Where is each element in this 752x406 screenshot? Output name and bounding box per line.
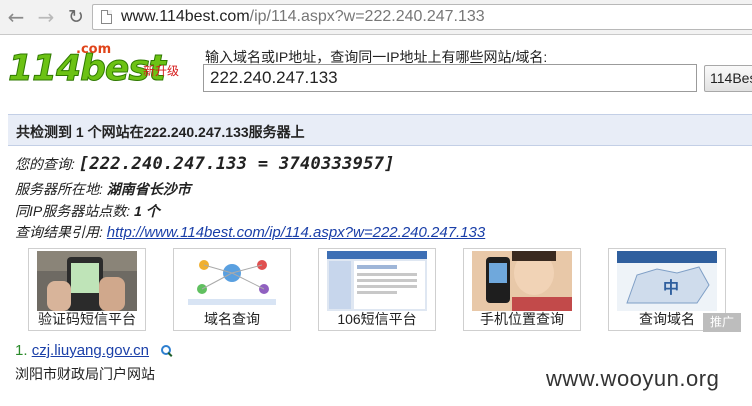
reload-icon[interactable]: ↻	[64, 5, 88, 29]
site-link[interactable]: czj.liuyang.gov.cn	[32, 342, 149, 359]
reference-label: 查询结果引用:	[15, 224, 107, 240]
ad-tile-domain-query[interactable]: 域名查询	[173, 248, 291, 331]
address-path: /ip/114.aspx?w=222.240.247.133	[249, 8, 485, 25]
page-icon	[101, 10, 112, 24]
query-value: [222.240.247.133 = 3740333957]	[78, 154, 395, 174]
address-host: www.114best.com	[121, 8, 250, 25]
location-line: 服务器所在地: 湖南省长沙市	[15, 179, 191, 199]
location-label: 服务器所在地:	[15, 181, 107, 197]
ad-label: 域名查询	[204, 311, 260, 327]
search-input[interactable]: 222.240.247.133	[203, 64, 697, 92]
logo-com: .com	[76, 42, 112, 57]
ad-image-diagram	[182, 251, 282, 311]
list-item: 1. czj.liuyang.gov.cn	[15, 342, 172, 359]
back-arrow-icon[interactable]: ←	[4, 5, 28, 29]
query-line: 您的查询: [222.240.247.133 = 3740333957]	[15, 154, 395, 174]
reference-link[interactable]: http://www.114best.com/ip/114.aspx?w=222…	[107, 224, 485, 241]
count-label: 同IP服务器站点数:	[15, 203, 135, 219]
forward-arrow-icon[interactable]: →	[34, 5, 58, 29]
site-logo[interactable]: 114best .com 新升级	[8, 42, 188, 98]
result-summary: 共检测到 1 个网站在222.240.247.133服务器上	[16, 124, 305, 140]
ad-tile-sms-106[interactable]: 106短信平台	[318, 248, 436, 331]
recommend-badge: 推广	[703, 313, 741, 332]
ad-image-map: 中	[617, 251, 717, 311]
ad-tile-phone-location[interactable]: 手机位置查询	[463, 248, 581, 331]
browser-toolbar: ← → ↻ www.114best.com/ip/114.aspx?w=222.…	[0, 0, 752, 35]
watermark: www.wooyun.org	[546, 366, 720, 391]
list-item-number: 1.	[15, 342, 28, 359]
ad-label: 手机位置查询	[480, 311, 564, 327]
count-value: 1 个	[134, 203, 160, 219]
site-title: 浏阳市财政局门户网站	[15, 366, 155, 382]
count-line: 同IP服务器站点数: 1 个	[15, 201, 160, 221]
search-button[interactable]: 114Best	[704, 65, 752, 92]
reference-line: 查询结果引用: http://www.114best.com/ip/114.as…	[15, 222, 485, 242]
address-text: www.114best.com/ip/114.aspx?w=222.240.24…	[121, 8, 485, 26]
ad-label: 验证码短信平台	[38, 311, 136, 327]
query-label: 您的查询:	[15, 156, 79, 172]
location-value: 湖南省长沙市	[106, 181, 191, 197]
logo-upgrade-tag: 新升级	[143, 64, 180, 78]
ad-image-person	[472, 251, 572, 311]
svg-text:中: 中	[663, 278, 679, 297]
ad-image-phone	[37, 251, 137, 311]
result-summary-bar: 共检测到 1 个网站在222.240.247.133服务器上	[8, 114, 752, 146]
magnifier-icon[interactable]	[161, 345, 172, 356]
address-bar[interactable]: www.114best.com/ip/114.aspx?w=222.240.24…	[92, 4, 752, 30]
ad-image-screenshot	[327, 251, 427, 311]
ad-label: 106短信平台	[337, 311, 417, 327]
ad-tile-sms-verify[interactable]: 验证码短信平台	[28, 248, 146, 331]
